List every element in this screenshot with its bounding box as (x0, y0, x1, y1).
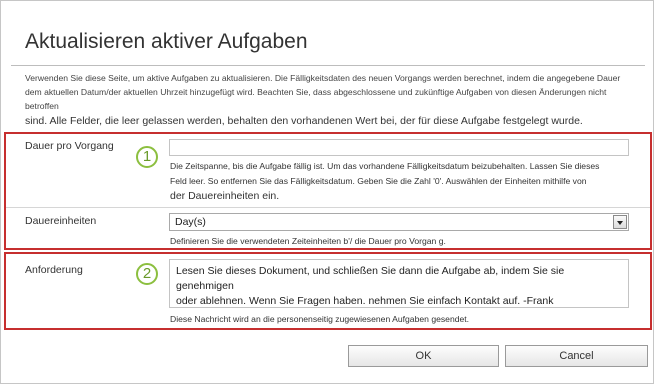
duration-label: Dauer pro Vorgang (25, 140, 114, 152)
duration-hint-line: der Dauereinheiten ein. (170, 190, 280, 202)
request-label: Anforderung (25, 264, 83, 276)
request-textarea[interactable]: Lesen Sie dieses Dokument, und schließen… (169, 259, 629, 308)
duration-hint-line: Die Zeitspanne, bis die Aufgabe fällig i… (170, 161, 600, 171)
request-text-line: Lesen Sie dieses Dokument, und schließen… (176, 265, 565, 292)
update-active-tasks-dialog: Aktualisieren aktiver Aufgaben Verwenden… (0, 0, 654, 384)
description-line: Verwenden Sie diese Seite, um aktive Auf… (25, 73, 621, 83)
duration-units-select[interactable]: Day(s) (169, 213, 629, 231)
request-text-line: oder ablehnen. Wenn Sie Fragen haben. ne… (176, 295, 554, 307)
row-divider (6, 207, 650, 208)
duration-units-selected: Day(s) (175, 216, 206, 228)
request-hint: Diese Nachricht wird an die personenseit… (170, 314, 470, 324)
title-divider (11, 65, 645, 66)
cancel-button[interactable]: Cancel (505, 345, 648, 367)
duration-hint: Die Zeitspanne, bis die Aufgabe fällig i… (170, 159, 632, 204)
duration-units-hint: Definieren Sie die verwendeten Zeiteinhe… (170, 236, 446, 246)
duration-hint-line: Feld leer. So entfernen Sie das Fälligke… (170, 176, 587, 186)
chevron-down-icon[interactable] (613, 215, 627, 229)
callout-1: 1 (136, 146, 158, 168)
callout-2: 2 (136, 263, 158, 285)
description-line: sind. Alle Felder, die leer gelassen wer… (25, 115, 583, 127)
page-title: Aktualisieren aktiver Aufgaben (25, 30, 308, 53)
description-line: dem aktuellen Datum/der aktuellen Uhrzei… (25, 87, 607, 111)
ok-button[interactable]: OK (348, 345, 499, 367)
page-description: Verwenden Sie diese Seite, um aktive Auf… (25, 71, 635, 130)
duration-units-label: Dauereinheiten (25, 215, 97, 227)
duration-input[interactable] (169, 139, 629, 156)
